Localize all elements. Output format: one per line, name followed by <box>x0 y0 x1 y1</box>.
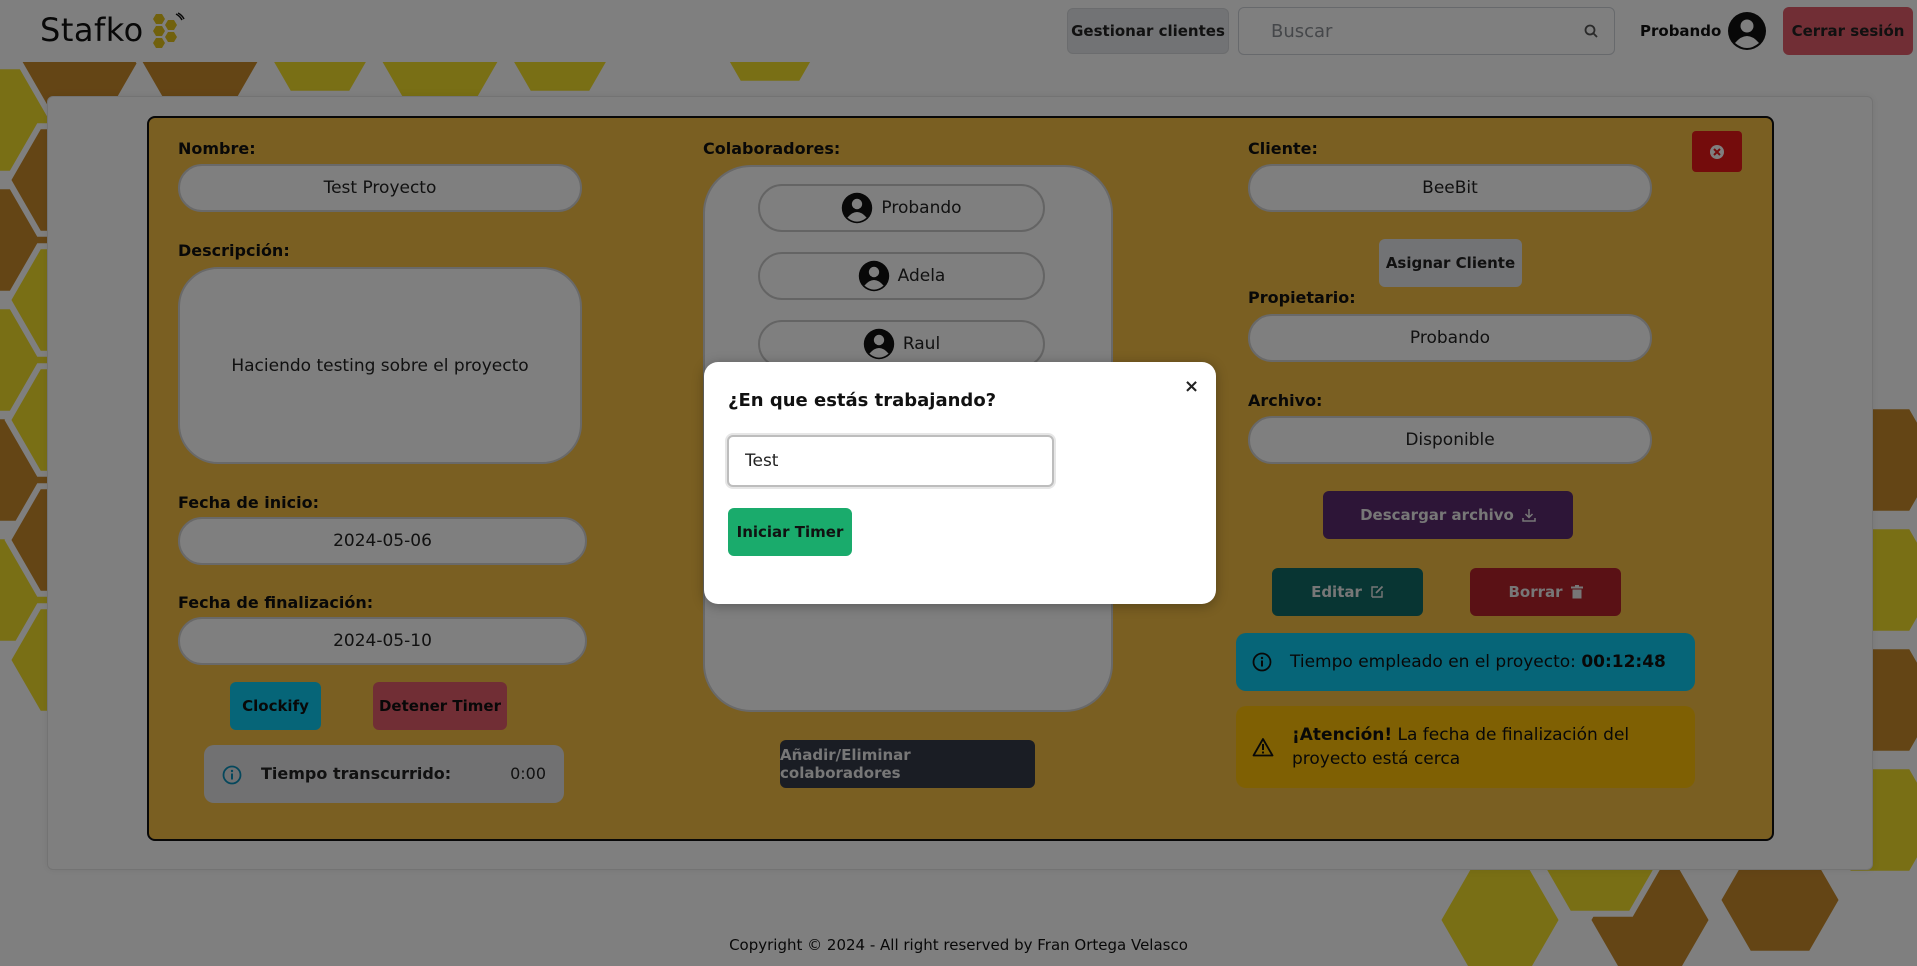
task-input[interactable] <box>727 435 1054 487</box>
modal-close-button[interactable]: × <box>1184 376 1199 397</box>
timer-modal: ¿En que estás trabajando? × Iniciar Time… <box>704 362 1216 604</box>
modal-title: ¿En que estás trabajando? <box>728 390 997 411</box>
start-timer-button[interactable]: Iniciar Timer <box>728 508 852 556</box>
